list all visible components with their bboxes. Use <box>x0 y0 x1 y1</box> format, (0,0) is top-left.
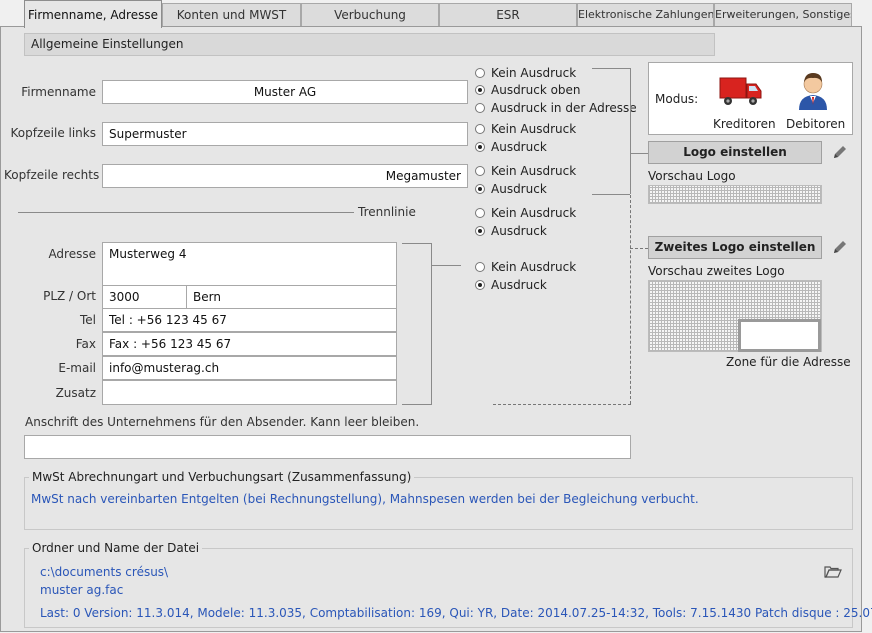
fax-label: Fax <box>75 337 96 351</box>
radio-dot <box>475 280 485 290</box>
logo-bracket-top <box>592 68 630 69</box>
radio-label: Kein Ausdruck <box>491 66 577 80</box>
radio-dot <box>475 166 485 176</box>
fax-input[interactable]: Fax : +56 123 45 67 <box>102 332 397 356</box>
adresse-input[interactable]: Musterweg 4 <box>102 242 397 286</box>
truck-icon[interactable] <box>719 75 763 109</box>
second-logo-dashed-vertical <box>630 195 631 404</box>
kopfzeile-links-label: Kopfzeile links <box>10 126 96 140</box>
radio-label: Ausdruck oben <box>491 83 581 97</box>
radio-label: Kein Ausdruck <box>491 260 577 274</box>
tel-label: Tel <box>79 313 96 327</box>
firmenname-input[interactable]: Muster AG <box>102 80 468 104</box>
radio-label: Kein Ausdruck <box>491 206 577 220</box>
email-input[interactable]: info@musterag.ch <box>102 356 397 380</box>
second-logo-dashed-stub <box>630 248 648 249</box>
tel-input[interactable]: Tel : +56 123 45 67 <box>102 308 397 332</box>
zweites-logo-einstellen-button[interactable]: Zweites Logo einstellen <box>648 236 822 259</box>
datei-group-title: Ordner und Name der Datei <box>29 541 203 555</box>
section-title: Allgemeine Einstellungen <box>24 33 715 56</box>
plz-input[interactable]: 3000 <box>102 285 187 309</box>
pencil-icon[interactable] <box>832 144 848 160</box>
radio-firmenname-oben[interactable]: Ausdruck oben <box>475 82 581 98</box>
adresse-bracket-stub <box>431 265 461 266</box>
radio-trennlinie-ausdruck[interactable]: Ausdruck <box>475 223 547 239</box>
radio-kopf-rechts-kein[interactable]: Kein Ausdruck <box>475 163 576 179</box>
plz-ort-label: PLZ / Ort <box>43 289 96 303</box>
absender-label: Anschrift des Unternehmens für den Absen… <box>25 415 420 429</box>
radio-label: Kein Ausdruck <box>491 122 577 136</box>
trennlinie-line <box>18 212 354 213</box>
radio-dot <box>475 85 485 95</box>
logo-einstellen-button[interactable]: Logo einstellen <box>648 141 822 164</box>
email-label: E-mail <box>58 361 96 375</box>
radio-firmenname-adresse[interactable]: Ausdruck in der Adresse <box>475 100 637 116</box>
radio-label: Ausdruck <box>491 278 547 292</box>
firmenname-label: Firmenname <box>21 85 96 99</box>
vorschau-zweites-logo-label: Vorschau zweites Logo <box>648 264 785 278</box>
radio-label: Ausdruck in der Adresse <box>491 101 637 115</box>
radio-kopf-links-ausdruck[interactable]: Ausdruck <box>475 139 547 155</box>
mwst-group-title: MwSt Abrechnungart und Verbuchungsart (Z… <box>29 470 415 484</box>
logo-preview <box>648 185 822 204</box>
person-icon[interactable] <box>795 69 831 111</box>
folder-path: c:\documents crésus\ <box>40 565 169 579</box>
radio-kopf-links-kein[interactable]: Kein Ausdruck <box>475 121 576 137</box>
second-logo-dashed-bottom <box>493 404 631 405</box>
kopfzeile-rechts-input[interactable]: Megamuster <box>102 164 468 188</box>
logo-bracket-vertical <box>630 68 631 194</box>
radio-dot <box>475 208 485 218</box>
ort-input[interactable]: Bern <box>186 285 397 309</box>
radio-label: Ausdruck <box>491 140 547 154</box>
address-zone-label: Zone für die Adresse <box>726 355 851 369</box>
radio-trennlinie-kein[interactable]: Kein Ausdruck <box>475 205 576 221</box>
adresse-bracket-vertical <box>431 243 432 404</box>
logo-bracket-stub <box>630 153 648 154</box>
adresse-bracket-bottom <box>402 404 432 405</box>
radio-dot <box>475 226 485 236</box>
file-name: muster ag.fac <box>40 583 124 597</box>
debitoren-label: Debitoren <box>786 117 846 131</box>
adresse-label: Adresse <box>48 247 96 261</box>
mwst-summary-text: MwSt nach vereinbarten Entgelten (bei Re… <box>31 492 699 506</box>
address-zone-box <box>738 319 821 352</box>
radio-dot <box>475 68 485 78</box>
radio-dot <box>475 142 485 152</box>
modus-box: Modus: Kreditoren Debitoren <box>648 62 853 135</box>
radio-dot <box>475 103 485 113</box>
radio-dot <box>475 184 485 194</box>
radio-label: Kein Ausdruck <box>491 164 577 178</box>
radio-firmenname-kein[interactable]: Kein Ausdruck <box>475 65 576 81</box>
zusatz-label: Zusatz <box>55 386 96 400</box>
logo-bracket-bottom <box>592 194 630 195</box>
pencil-icon[interactable] <box>832 239 848 255</box>
kopfzeile-links-input[interactable]: Supermuster <box>102 122 468 146</box>
radio-kopf-rechts-ausdruck[interactable]: Ausdruck <box>475 181 547 197</box>
kreditoren-label: Kreditoren <box>713 117 776 131</box>
radio-adresse-ausdruck[interactable]: Ausdruck <box>475 277 547 293</box>
zusatz-input[interactable] <box>102 380 397 405</box>
absender-input[interactable] <box>24 435 631 459</box>
radio-adresse-kein[interactable]: Kein Ausdruck <box>475 259 576 275</box>
modus-label: Modus: <box>655 92 699 106</box>
radio-dot <box>475 124 485 134</box>
vorschau-logo-label: Vorschau Logo <box>648 169 736 183</box>
radio-label: Ausdruck <box>491 182 547 196</box>
adresse-bracket-top <box>402 243 431 244</box>
kopfzeile-rechts-label: Kopfzeile rechts <box>4 168 100 182</box>
radio-label: Ausdruck <box>491 224 547 238</box>
open-folder-icon[interactable] <box>824 563 842 579</box>
file-info: Last: 0 Version: 11.3.014, Modele: 11.3.… <box>40 606 872 620</box>
radio-dot <box>475 262 485 272</box>
trennlinie-label: Trennlinie <box>358 205 416 219</box>
